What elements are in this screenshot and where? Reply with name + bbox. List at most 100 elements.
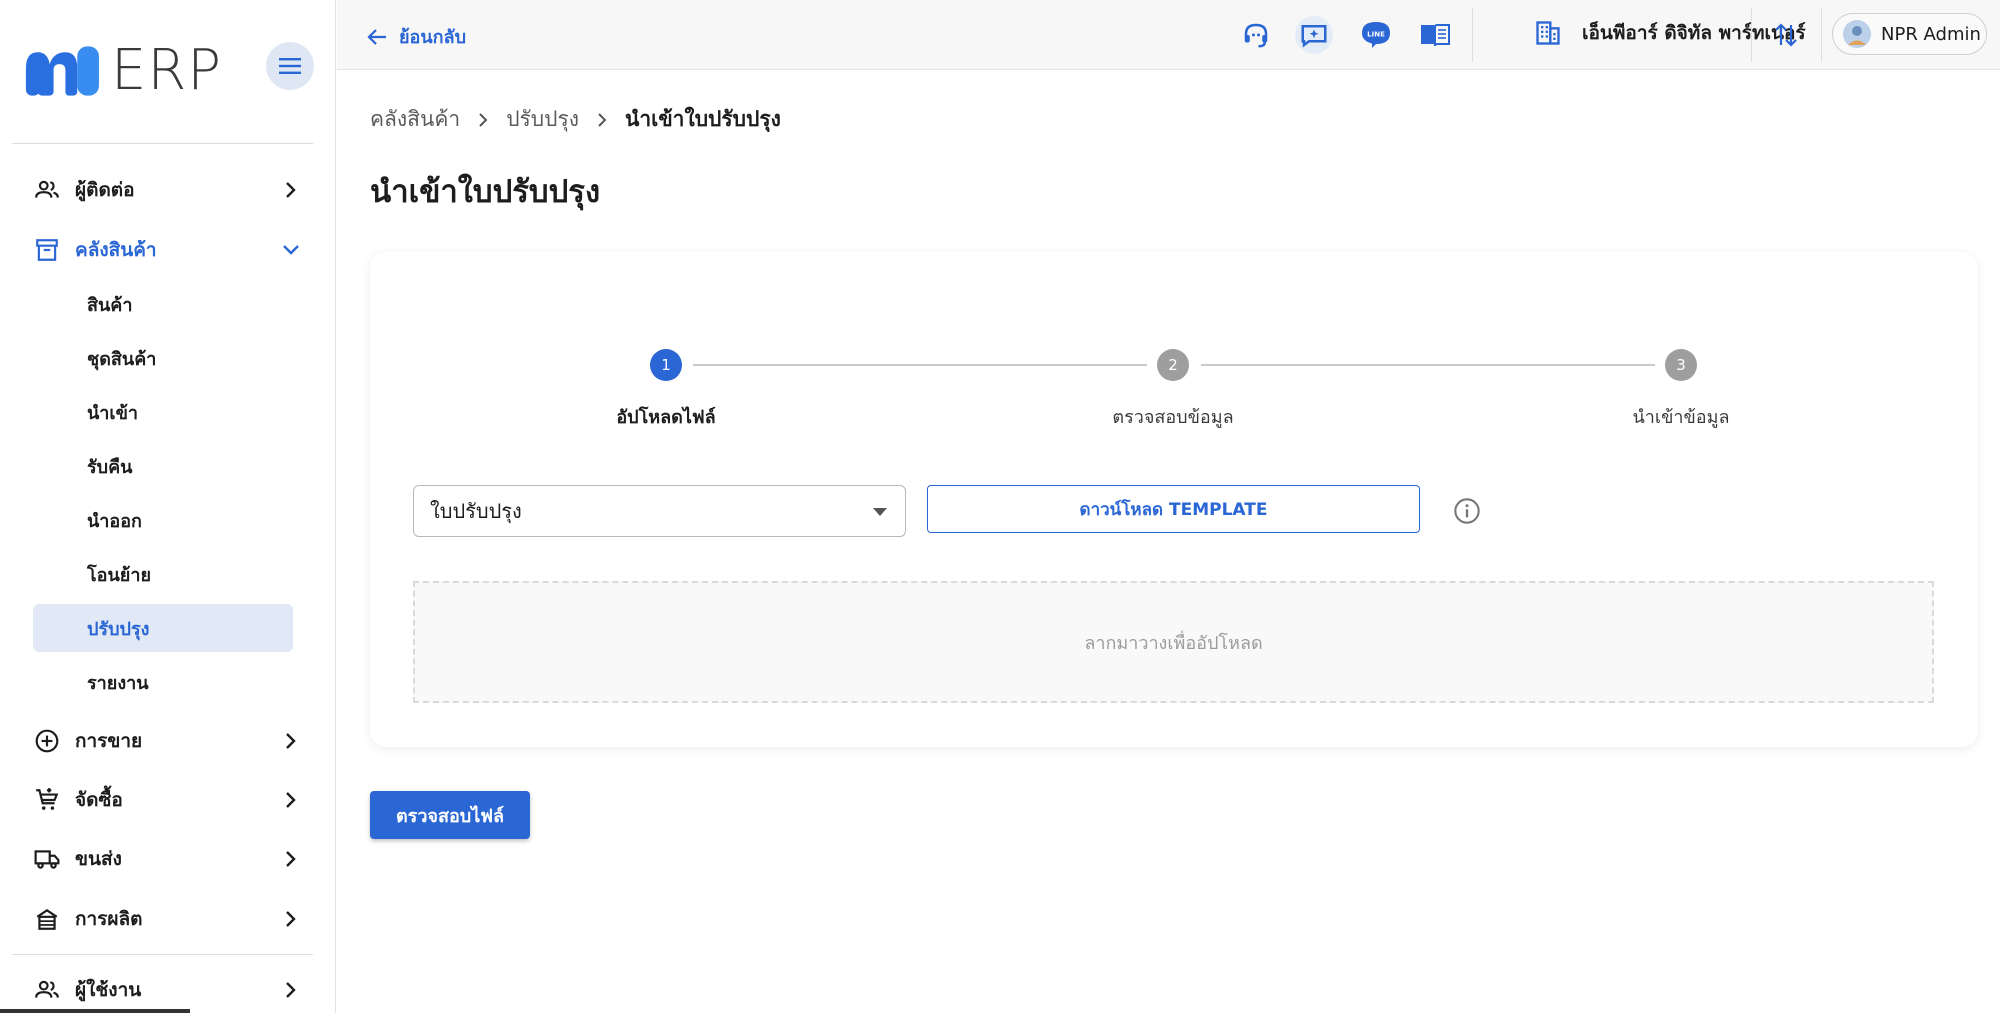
step-1-indicator: 1 (650, 349, 682, 381)
subitem-label: ชุดสินค้า (87, 348, 157, 370)
step-3-indicator: 3 (1665, 349, 1697, 381)
subitem-label: นำออก (87, 510, 142, 532)
sidebar-item-users[interactable]: ผู้ใช้งาน (33, 967, 303, 1013)
sidebar-item-label: การผลิต (75, 908, 143, 930)
chat-sparkle-icon (1301, 25, 1327, 48)
menu-toggle-button[interactable] (266, 42, 314, 90)
chevron-right-icon (286, 982, 296, 998)
chevron-right-icon (598, 112, 607, 127)
step-2-label: ตรวจสอบข้อมูล (1112, 407, 1234, 428)
stepper-connector (693, 364, 1147, 366)
sidebar-item-label: คลังสินค้า (75, 239, 157, 261)
user-menu[interactable]: NPR Admin (1832, 13, 1987, 55)
chevron-down-icon (283, 245, 299, 255)
factory-icon (36, 909, 58, 930)
open-book-icon (1421, 24, 1450, 47)
sidebar-item-warehouse[interactable]: คลังสินค้า (33, 227, 303, 273)
sidebar-item-label: ขนส่ง (75, 848, 122, 870)
verify-file-button[interactable]: ตรวจสอบไฟล์ (370, 791, 530, 839)
subitem-label: โอนย้าย (87, 564, 151, 586)
warehouse-icon (36, 239, 58, 261)
document-type-value: ใบปรับปรุง (430, 499, 522, 523)
step-3-label: นำเข้าข้อมูล (1632, 407, 1730, 428)
sidebar-subitem-transfer[interactable]: โอนย้าย (33, 550, 293, 598)
breadcrumb-item[interactable]: ปรับปรุง (506, 103, 579, 136)
line-button[interactable]: LINE (1357, 16, 1395, 54)
logo-text: ERP (110, 37, 222, 103)
breadcrumb: คลังสินค้า ปรับปรุง นำเข้าใบปรับปรุง (370, 103, 781, 136)
back-button[interactable]: ย้อนกลับ (367, 22, 466, 51)
info-icon (1454, 498, 1480, 524)
page-title: นำเข้าใบปรับปรุง (370, 174, 601, 210)
chevron-right-icon (286, 851, 296, 867)
chevron-right-icon (286, 182, 296, 198)
chevron-right-icon (286, 733, 296, 749)
company-switcher[interactable]: เอ็นพีอาร์ ดิจิทัล พาร์ทเนอร์ (1534, 18, 1806, 48)
sidebar: ERP ผู้ติดต่อ คลังสินค้า สินค้า ชุดสินค้… (0, 0, 336, 1013)
sidebar-item-contacts[interactable]: ผู้ติดต่อ (33, 167, 303, 213)
support-button[interactable] (1237, 16, 1275, 54)
stepper-connector (1201, 364, 1655, 366)
download-template-button[interactable]: ดาวน์โหลด TEMPLATE (927, 485, 1420, 533)
avatar-icon (1843, 20, 1871, 48)
topbar-separator (1821, 8, 1822, 62)
headset-icon (1244, 23, 1268, 48)
swap-vertical-icon (1775, 23, 1797, 47)
sidebar-subitem-import[interactable]: นำเข้า (33, 388, 293, 436)
sidebar-subitem-bundles[interactable]: ชุดสินค้า (33, 334, 293, 382)
subitem-label: สินค้า (87, 294, 133, 316)
topbar-separator (1472, 8, 1473, 62)
sidebar-item-label: จัดซื้อ (75, 789, 123, 811)
subitem-label: รายงาน (87, 672, 149, 694)
sidebar-item-label: การขาย (75, 730, 143, 752)
switch-button[interactable] (1767, 16, 1805, 54)
truck-icon (34, 850, 60, 869)
hamburger-icon (279, 58, 301, 74)
chevron-right-icon (286, 911, 296, 927)
sidebar-subitem-products[interactable]: สินค้า (33, 280, 293, 328)
plus-circle-icon (35, 729, 59, 753)
subitem-label: รับคืน (87, 456, 133, 478)
sidebar-item-label: ผู้ติดต่อ (75, 179, 135, 201)
topbar-separator (1751, 8, 1752, 62)
subitem-label: ปรับปรุง (87, 618, 150, 640)
sidebar-subitem-adjustment[interactable]: ปรับปรุง (33, 604, 293, 652)
sidebar-item-shipping[interactable]: ขนส่ง (33, 836, 303, 882)
sidebar-subitem-report[interactable]: รายงาน (33, 658, 293, 706)
manual-button[interactable] (1416, 16, 1454, 54)
document-type-select[interactable]: ใบปรับปรุง (413, 485, 906, 537)
feedback-button[interactable] (1295, 16, 1333, 54)
breadcrumb-item[interactable]: คลังสินค้า (370, 103, 460, 136)
sidebar-item-label: ผู้ใช้งาน (75, 979, 142, 1001)
dropdown-caret-icon (873, 508, 887, 516)
step-1-label: อัปโหลดไฟล์ (616, 407, 716, 428)
sidebar-item-purchase[interactable]: จัดซื้อ (33, 777, 303, 823)
chevron-right-icon (479, 112, 488, 127)
line-chat-icon: LINE (1362, 22, 1390, 48)
topbar: ย้อนกลับ LINE เอ็นพีอาร์ ดิจิทัล พาร์ทเน… (337, 0, 2000, 70)
step-2-indicator: 2 (1157, 349, 1189, 381)
dropzone-hint: ลากมาวางเพื่ออัปโหลด (1084, 632, 1263, 654)
logo-mark-icon (25, 46, 99, 96)
back-label: ย้อนกลับ (399, 27, 467, 48)
breadcrumb-current: นำเข้าใบปรับปรุง (625, 107, 781, 131)
scroll-indicator (0, 1009, 190, 1013)
contacts-icon (35, 180, 59, 198)
users-icon (35, 980, 59, 998)
app-logo[interactable]: ERP (22, 37, 222, 103)
chevron-right-icon (286, 792, 296, 808)
subitem-label: นำเข้า (87, 402, 138, 424)
sidebar-item-sales[interactable]: การขาย (33, 718, 303, 764)
sidebar-divider (12, 954, 313, 955)
sidebar-item-production[interactable]: การผลิต (33, 896, 303, 942)
file-dropzone[interactable]: ลากมาวางเพื่ออัปโหลด (413, 581, 1934, 703)
sidebar-divider (12, 143, 313, 144)
building-icon (1536, 21, 1560, 45)
sidebar-subitem-returns[interactable]: รับคืน (33, 442, 293, 490)
info-button[interactable] (1453, 497, 1481, 525)
user-name: NPR Admin (1881, 23, 1981, 45)
line-icon-text: LINE (1367, 31, 1385, 39)
arrow-left-icon (367, 28, 386, 45)
avatar (1843, 20, 1871, 48)
sidebar-subitem-export[interactable]: นำออก (33, 496, 293, 544)
